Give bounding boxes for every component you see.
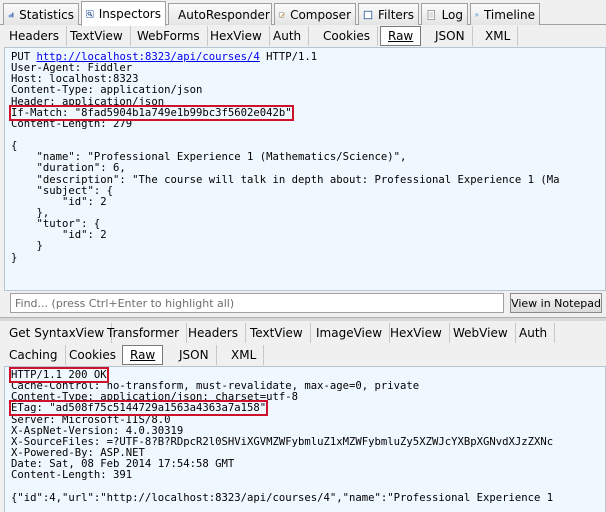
request-body-line: "id": 2 bbox=[11, 229, 107, 242]
request-tab-auth[interactable]: Auth bbox=[266, 26, 310, 46]
find-bar: Find... (press Ctrl+Enter to highlight a… bbox=[4, 293, 606, 315]
response-tab-hexview[interactable]: HexView bbox=[383, 323, 450, 343]
request-body-line bbox=[11, 130, 599, 141]
tab-label: Timeline bbox=[483, 7, 535, 22]
tab-label: Log bbox=[441, 7, 463, 22]
top-tab-strip: Statistics Inspectors AutoResponder Comp… bbox=[0, 0, 606, 26]
if-match-header-highlight: If-Match: "8fad5904b1a749e1b99bc3f5602e0… bbox=[9, 104, 294, 121]
tab-composer[interactable]: Composer bbox=[274, 3, 356, 25]
request-body-line: "id": 2 bbox=[11, 195, 107, 208]
view-in-notepad-button[interactable]: View in Notepad bbox=[510, 293, 602, 313]
response-tab-headers[interactable]: Headers bbox=[181, 323, 246, 343]
request-tab-xml[interactable]: XML bbox=[478, 26, 519, 46]
response-tab-auth[interactable]: Auth bbox=[512, 323, 556, 343]
response-body-line bbox=[11, 481, 599, 492]
request-protocol: HTTP/1.1 bbox=[266, 51, 318, 63]
tab-inspectors[interactable]: Inspectors bbox=[81, 1, 166, 26]
request-body-line: } bbox=[11, 240, 43, 253]
statistics-icon bbox=[8, 12, 14, 17]
checkbox-icon bbox=[363, 10, 373, 19]
composer-icon bbox=[279, 12, 285, 17]
tab-label: Inspectors bbox=[98, 7, 161, 21]
pane-splitter[interactable] bbox=[0, 317, 606, 321]
tab-log[interactable]: Log bbox=[421, 3, 468, 25]
request-tab-headers[interactable]: Headers bbox=[2, 26, 67, 46]
request-tab-webforms[interactable]: WebForms bbox=[130, 26, 208, 46]
tab-filters[interactable]: Filters bbox=[358, 3, 419, 25]
response-tab-imageview[interactable]: ImageView bbox=[309, 323, 391, 343]
response-tab-raw[interactable]: Raw bbox=[122, 345, 164, 365]
tab-statistics[interactable]: Statistics bbox=[3, 3, 79, 25]
timeline-icon bbox=[475, 13, 479, 16]
request-tab-textview[interactable]: TextView bbox=[63, 26, 131, 46]
request-tab-cookies[interactable]: Cookies bbox=[316, 26, 378, 46]
request-header-line: Content-Length: 279 bbox=[11, 117, 133, 130]
response-tab-cookies[interactable]: Cookies bbox=[62, 345, 124, 365]
tab-autoresponder[interactable]: AutoResponder bbox=[168, 3, 272, 25]
response-raw-text[interactable]: HTTP/1.1 200 OK Cache-Control: no-transf… bbox=[4, 366, 606, 512]
response-body-line: {"id":4,"url":"http://localhost:8323/api… bbox=[11, 491, 554, 504]
request-body-line: "duration": 6, bbox=[11, 162, 126, 175]
find-input[interactable]: Find... (press Ctrl+Enter to highlight a… bbox=[10, 293, 504, 313]
tab-label: AutoResponder bbox=[178, 7, 270, 22]
response-header-line: Content-Length: 391 bbox=[11, 469, 133, 482]
response-tabs-row2: Caching Cookies Raw JSON XML bbox=[0, 344, 606, 366]
request-tab-raw[interactable]: Raw bbox=[380, 26, 422, 46]
response-tab-transformer[interactable]: Transformer bbox=[100, 323, 188, 343]
response-tab-caching[interactable]: Caching bbox=[2, 345, 66, 365]
response-tab-xml[interactable]: XML bbox=[224, 345, 265, 365]
response-tab-get-syntaxview[interactable]: Get SyntaxView bbox=[2, 323, 113, 343]
tab-label: Statistics bbox=[19, 7, 74, 22]
request-header-line: Content-Type: application/json bbox=[11, 84, 203, 97]
response-tab-json[interactable]: JSON bbox=[172, 345, 217, 365]
tab-label: Composer bbox=[290, 7, 351, 22]
tab-label: Filters bbox=[378, 7, 414, 22]
etag-header-highlight: ETag: "ad508f75c5144729a1563a4363a7a158" bbox=[8, 400, 269, 417]
request-tab-json[interactable]: JSON bbox=[428, 26, 473, 46]
request-body-line: } bbox=[11, 251, 18, 264]
response-tabs-row1: Get SyntaxView Transformer Headers TextV… bbox=[0, 322, 606, 344]
response-tab-webview[interactable]: WebView bbox=[446, 323, 516, 343]
response-tab-textview[interactable]: TextView bbox=[243, 323, 311, 343]
request-tab-hexview[interactable]: HexView bbox=[203, 26, 270, 46]
inspectors-icon bbox=[86, 10, 94, 18]
tab-timeline[interactable]: Timeline bbox=[470, 3, 540, 25]
log-icon bbox=[427, 9, 435, 20]
request-tabs: Headers TextView WebForms HexView Auth C… bbox=[0, 25, 606, 47]
request-raw-text[interactable]: PUT http://localhost:8323/api/courses/4 … bbox=[4, 47, 606, 291]
